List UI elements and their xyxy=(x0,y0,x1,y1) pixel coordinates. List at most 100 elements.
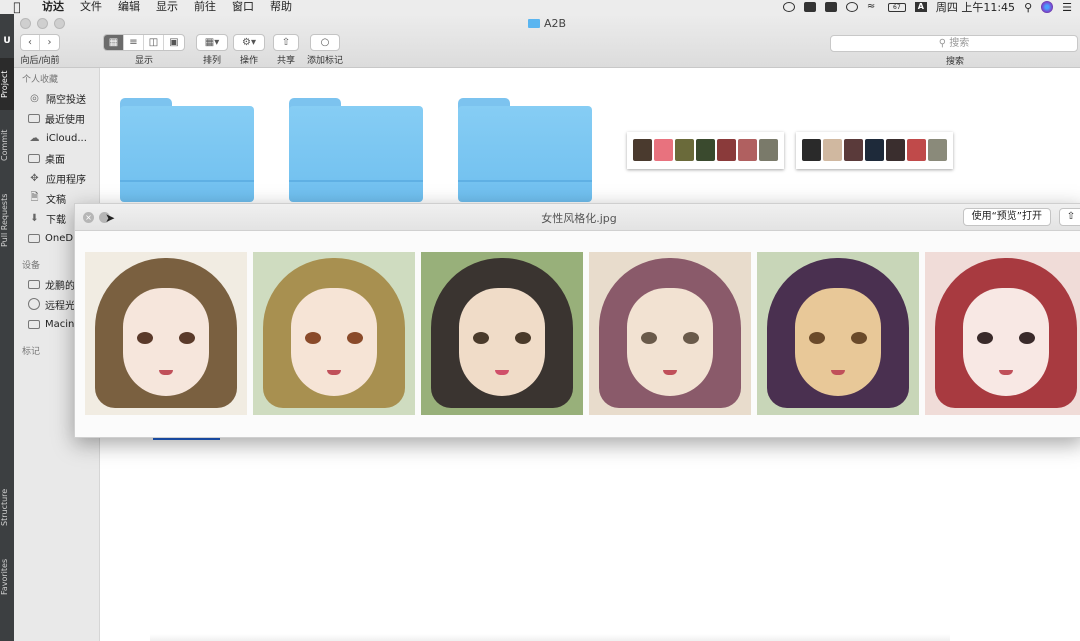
menu-window[interactable]: 窗口 xyxy=(224,0,262,14)
siri-icon[interactable] xyxy=(1041,1,1054,13)
anime-portrait xyxy=(253,252,415,415)
laptop-icon xyxy=(28,279,40,289)
desktop-icon xyxy=(28,153,40,163)
search-input[interactable]: ⚲ 搜索 xyxy=(830,35,1078,52)
disk-icon xyxy=(28,319,40,329)
arrange-group: ▦▾ 排列 xyxy=(196,34,228,66)
sidebar-item-label: 最近使用 xyxy=(45,114,85,126)
arrange-icon[interactable]: ▦▾ xyxy=(197,35,227,50)
menu-help[interactable]: 帮助 xyxy=(262,0,300,14)
tags-label: 添加标记 xyxy=(307,56,344,66)
input-method-icon[interactable]: A xyxy=(914,2,927,12)
ide-tab-structure[interactable]: Structure xyxy=(0,480,14,534)
recents-icon xyxy=(28,113,40,123)
window-title: A2B xyxy=(14,17,1080,30)
ide-tab-favorites[interactable]: Favorites xyxy=(0,550,14,604)
anime-portrait xyxy=(925,252,1080,415)
menu-finder[interactable]: 访达 xyxy=(34,0,72,14)
column-view-icon[interactable]: ◫ xyxy=(144,35,164,50)
spotlight-icon[interactable]: ⚲ xyxy=(1024,1,1032,14)
folder-icon xyxy=(28,233,40,243)
view-label: 显示 xyxy=(134,56,153,66)
battery-icon[interactable]: 67 xyxy=(887,2,906,12)
anime-portrait xyxy=(85,252,247,415)
menu-clock[interactable]: 周四 上午11:45 xyxy=(936,0,1015,15)
cloud-icon: ☁ xyxy=(29,132,40,144)
applications-icon: ✥ xyxy=(30,172,39,184)
sidebar-item-airdrop[interactable]: ◎ 隔空投送 xyxy=(14,88,99,108)
tags-group: ○ 添加标记 xyxy=(307,34,343,66)
anime-portrait xyxy=(757,252,919,415)
sidebar-item-label: 远程光 xyxy=(45,300,75,312)
apple-icon[interactable]:  xyxy=(0,0,34,14)
arrange-label: 排列 xyxy=(202,56,221,66)
window-title-text: A2B xyxy=(543,17,567,30)
notification-icon[interactable]: ☰ xyxy=(1062,1,1072,14)
menu-edit[interactable]: 编辑 xyxy=(110,0,148,14)
document-icon: 🗎 xyxy=(30,191,39,203)
gallery-view-icon[interactable]: ▣ xyxy=(164,35,184,50)
list-view-icon[interactable]: ≡ xyxy=(124,35,144,50)
window-bottom-edge xyxy=(150,634,950,641)
view-group: ▦ ≡ ◫ ▣ 显示 xyxy=(103,34,185,66)
quicklook-title: 女性风格化.jpg xyxy=(541,212,617,225)
sidebar-item-label: 隔空投送 xyxy=(46,94,86,106)
folder-item[interactable] xyxy=(458,98,592,202)
sidebar-item-label: 文稿 xyxy=(46,194,66,206)
sidebar-header-favorites: 个人收藏 xyxy=(22,75,59,85)
preview-image xyxy=(85,252,1080,415)
quicklook-titlebar: × ➤ 女性风格化.jpg 使用“预览”打开 ⇧ xyxy=(75,204,1080,231)
anime-portrait xyxy=(589,252,751,415)
ide-tab-commit[interactable]: Commit xyxy=(0,120,14,170)
quicklook-window: × ➤ 女性风格化.jpg 使用“预览”打开 ⇧ xyxy=(74,203,1080,438)
sidebar-item-icloud[interactable]: ☁ iCloud... xyxy=(14,128,99,148)
ide-tool-strip: U Project Commit Pull Requests Structure… xyxy=(0,14,14,641)
sidebar-item-desktop[interactable]: 桌面 xyxy=(14,148,99,168)
tag-icon[interactable]: ○ xyxy=(311,35,339,50)
menu-view[interactable]: 显示 xyxy=(148,0,186,14)
share-icon[interactable]: ⇧ xyxy=(274,35,298,50)
sidebar-item-label: 龙鹏的 xyxy=(45,280,75,292)
record-icon[interactable] xyxy=(782,2,795,12)
search-icon: ⚲ xyxy=(938,38,950,49)
ide-logo-icon: U xyxy=(3,36,11,46)
nav-label: 向后/向前 xyxy=(20,56,60,66)
open-with-preview-button[interactable]: 使用“预览”打开 xyxy=(962,208,1051,226)
sidebar-item-label: Macin xyxy=(45,318,75,330)
share-label: 共享 xyxy=(276,56,295,66)
sidebar-item-label: 下载 xyxy=(46,214,66,226)
cloud-icon[interactable] xyxy=(803,2,816,12)
nav-group: ‹ › 向后/向前 xyxy=(20,34,60,66)
share-icon[interactable]: ⇧ xyxy=(1059,208,1080,226)
menu-bar:  访达 文件 编辑 显示 前往 窗口 帮助 ≈ 67 A 周四 上午11:45… xyxy=(0,0,1080,14)
download-icon: ⬇ xyxy=(30,212,39,224)
gear-icon[interactable]: ⚙▾ xyxy=(234,35,264,50)
image-thumbnail[interactable] xyxy=(796,132,953,169)
menu-go[interactable]: 前往 xyxy=(186,0,224,14)
folder-item[interactable] xyxy=(120,98,254,202)
finder-toolbar: A2B ‹ › 向后/向前 ▦ ≡ ◫ ▣ 显示 ▦▾ 排列 ⚙▾ 操作 ⇧ 共… xyxy=(14,14,1080,68)
sidebar-item-recents[interactable]: 最近使用 xyxy=(14,108,99,128)
ide-tab-project[interactable]: Project xyxy=(0,58,14,110)
search-placeholder: 搜索 xyxy=(949,38,970,49)
back-button[interactable]: ‹ xyxy=(21,35,41,50)
search-label: 搜索 xyxy=(945,57,964,67)
folder-icon xyxy=(527,19,540,28)
share-group: ⇧ 共享 xyxy=(273,34,299,66)
sidebar-item-label: 应用程序 xyxy=(46,174,86,186)
airdrop-icon: ◎ xyxy=(30,92,39,104)
ide-tab-pull-requests[interactable]: Pull Requests xyxy=(0,180,14,260)
disc-icon xyxy=(28,298,40,310)
app-status-icon[interactable] xyxy=(824,2,837,12)
icon-view-icon[interactable]: ▦ xyxy=(104,35,124,50)
forward-button[interactable]: › xyxy=(40,35,59,50)
menu-file[interactable]: 文件 xyxy=(72,0,110,14)
image-thumbnail[interactable] xyxy=(627,132,784,169)
folder-item[interactable] xyxy=(289,98,423,202)
wifi-icon[interactable]: ≈ xyxy=(867,2,879,12)
bolt-icon[interactable] xyxy=(845,2,858,12)
action-group: ⚙▾ 操作 xyxy=(233,34,265,66)
sidebar-item-applications[interactable]: ✥ 应用程序 xyxy=(14,168,99,188)
anime-portrait xyxy=(421,252,583,415)
sidebar-item-label: OneD xyxy=(45,232,74,244)
